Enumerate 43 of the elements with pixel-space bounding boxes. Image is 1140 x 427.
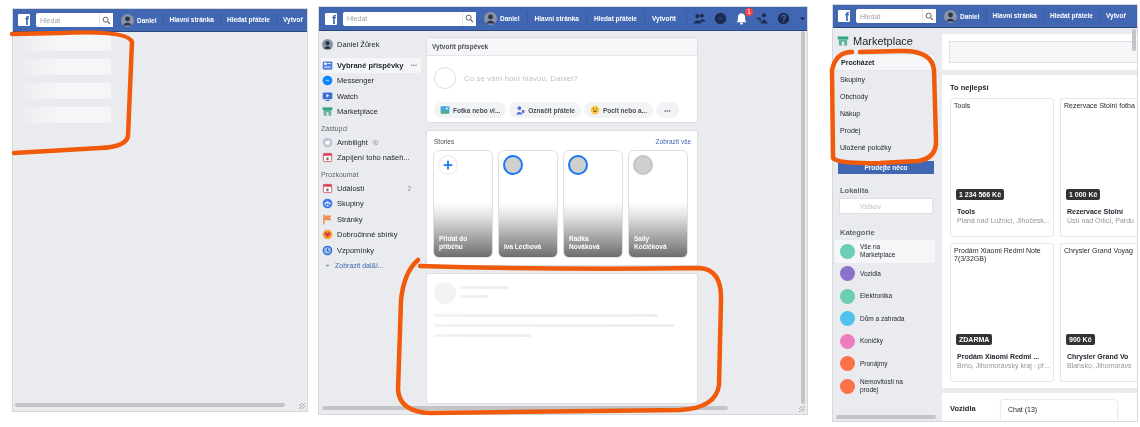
bell-icon[interactable]: [734, 12, 748, 25]
logo[interactable]: f: [838, 10, 850, 22]
logo[interactable]: f: [18, 14, 30, 26]
scrollbar[interactable]: [322, 406, 728, 410]
search-icon: [102, 15, 111, 25]
resize-grip[interactable]: [299, 403, 305, 409]
avatar-icon[interactable]: [322, 39, 333, 51]
search-field[interactable]: [949, 41, 1137, 63]
plus-icon: [438, 155, 458, 175]
groups-icon: [322, 198, 333, 210]
calendar-icon: [322, 152, 333, 164]
search-button[interactable]: [462, 11, 476, 26]
search-icon: [465, 14, 474, 23]
video-screen-icon: [322, 90, 333, 102]
heart-badge-icon: [322, 229, 333, 241]
clock-icon: [322, 244, 333, 256]
messenger-icon: [322, 75, 333, 87]
picture-icon: [440, 105, 450, 115]
store-icon: [322, 106, 333, 118]
flag-icon: [322, 213, 333, 225]
page-title: Marketplace: [853, 35, 913, 47]
gear-icon: [371, 138, 379, 146]
page-avatar-icon: [322, 136, 333, 148]
caret-icon[interactable]: [797, 14, 807, 23]
store-icon: [837, 35, 849, 47]
friends-icon[interactable]: [692, 12, 706, 25]
help-icon[interactable]: [776, 12, 790, 25]
messenger-icon[interactable]: [713, 12, 727, 25]
person-icon[interactable]: [755, 12, 769, 25]
logo[interactable]: f: [325, 12, 337, 25]
search-button[interactable]: [922, 9, 936, 23]
person-tag-icon: [515, 105, 526, 115]
scrollbar[interactable]: [801, 31, 805, 404]
smiley-icon: [589, 105, 600, 115]
search-button[interactable]: [99, 13, 113, 27]
scrollbar[interactable]: [15, 403, 285, 407]
scrollbar[interactable]: [836, 415, 936, 419]
scrollbar[interactable]: [1132, 29, 1136, 51]
news-feed-icon: [322, 59, 333, 71]
calendar-icon: [322, 182, 333, 194]
search-icon: [925, 11, 934, 21]
resize-grip[interactable]: [799, 406, 805, 412]
caret-icon: [324, 262, 331, 270]
